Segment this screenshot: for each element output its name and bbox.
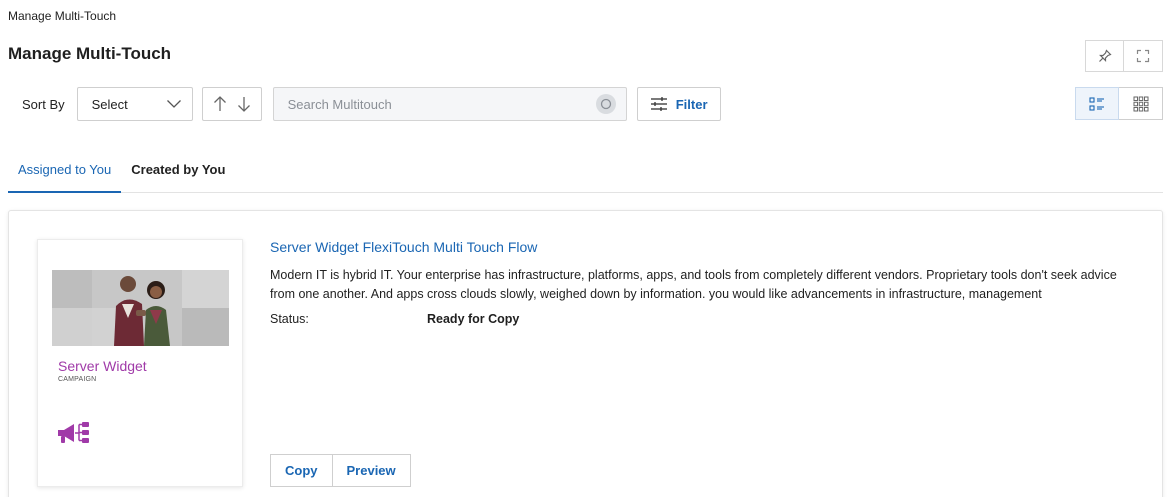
copy-button[interactable]: Copy [270,454,333,487]
search-box [272,87,627,121]
list-view-button[interactable] [1075,87,1119,120]
grid-view-icon [1133,96,1148,111]
thumbnail-image [52,270,229,346]
sort-select[interactable]: Select [76,87,193,121]
status-label: Status: [270,312,309,326]
card-description: Modern IT is hybrid IT. Your enterprise … [270,268,1117,301]
megaphone-flow-icon [58,422,89,443]
fullscreen-icon [1136,49,1150,63]
filter-sliders-icon [650,97,667,111]
card-info: Server Widget FlexiTouch Multi Touch Flo… [270,239,1150,326]
people-photo [52,270,229,346]
search-input[interactable] [287,96,578,112]
tab-bar: Assigned to You Created by You [8,151,1163,193]
status-row: Status: Ready for Copy [270,312,1150,326]
sort-arrows-icon [213,96,250,112]
filter-button[interactable]: Filter [636,87,721,121]
pin-icon [1098,49,1112,62]
breadcrumb: Manage Multi-Touch [8,9,117,23]
filter-label: Filter [675,96,708,112]
search-icon [600,98,611,110]
tab-assigned-to-you[interactable]: Assigned to You [8,151,122,193]
search-button[interactable] [595,94,616,114]
thumbnail-type: CAMPAIGN [58,376,97,383]
card-title[interactable]: Server Widget FlexiTouch Multi Touch Flo… [270,239,1150,255]
preview-button[interactable]: Preview [332,454,411,487]
sort-label: Sort By [22,96,65,112]
campaign-icon [56,420,94,453]
grid-view-button[interactable] [1119,87,1163,120]
view-toggle [1075,87,1163,120]
sort-select-value: Select [91,96,128,112]
chevron-down-icon [166,100,181,108]
multitouch-card: Server Widget CAMPAIGN Server Widget Fle… [8,210,1163,497]
status-value: Ready for Copy [427,312,520,326]
thumbnail-card[interactable]: Server Widget CAMPAIGN [37,239,243,487]
toolbar: Sort By Select Filter [8,87,721,121]
card-actions: Copy Preview [270,454,411,487]
sort-direction-button[interactable] [201,87,262,121]
top-actions [1085,40,1163,72]
tab-created-by-you[interactable]: Created by You [121,151,235,193]
page-title: Manage Multi-Touch [8,44,172,63]
list-view-icon [1089,96,1104,111]
fullscreen-button[interactable] [1124,40,1163,72]
thumbnail-name: Server Widget [58,358,147,374]
pin-button[interactable] [1085,40,1124,72]
